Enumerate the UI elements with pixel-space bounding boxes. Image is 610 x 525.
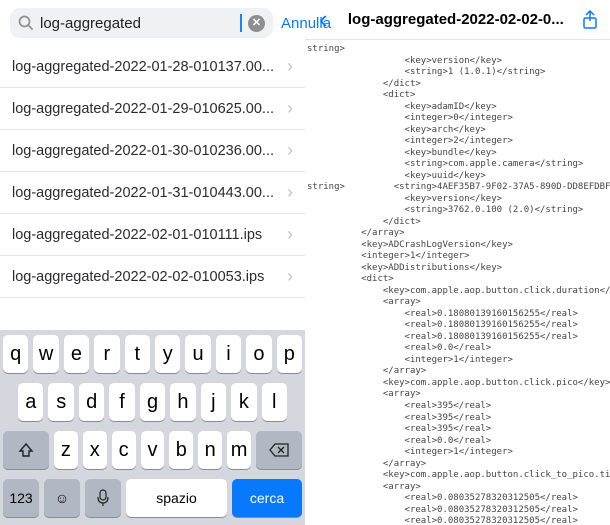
key-w[interactable]: w bbox=[33, 335, 58, 373]
key-s[interactable]: s bbox=[48, 383, 73, 421]
key-y[interactable]: y bbox=[155, 335, 180, 373]
results-list: log-aggregated-2022-01-28-010137.00...› … bbox=[0, 46, 305, 298]
key-p[interactable]: p bbox=[277, 335, 302, 373]
key-h[interactable]: h bbox=[170, 383, 195, 421]
keyboard-row: a s d f g h j k l bbox=[0, 378, 305, 426]
key-v[interactable]: v bbox=[141, 431, 165, 469]
file-label: log-aggregated-2022-01-30-010236.00... bbox=[12, 143, 287, 159]
key-i[interactable]: i bbox=[216, 335, 241, 373]
search-input[interactable] bbox=[40, 15, 239, 32]
key-z[interactable]: z bbox=[54, 431, 78, 469]
key-q[interactable]: q bbox=[3, 335, 28, 373]
keyboard-row: q w e r t y u i o p bbox=[0, 330, 305, 378]
key-n[interactable]: n bbox=[198, 431, 222, 469]
key-m[interactable]: m bbox=[227, 431, 251, 469]
chevron-right-icon: › bbox=[287, 140, 293, 161]
key-d[interactable]: d bbox=[79, 383, 104, 421]
shift-icon bbox=[18, 442, 34, 458]
search-panel: ✕ Annulla log-aggregated-2022-01-28-0101… bbox=[0, 0, 305, 525]
share-icon[interactable] bbox=[580, 10, 600, 30]
key-u[interactable]: u bbox=[185, 335, 210, 373]
mic-icon bbox=[97, 489, 109, 507]
list-item[interactable]: log-aggregated-2022-02-01-010111.ips› bbox=[0, 214, 305, 256]
key-f[interactable]: f bbox=[109, 383, 134, 421]
list-item[interactable]: log-aggregated-2022-02-02-010053.ips› bbox=[0, 256, 305, 298]
chevron-right-icon: › bbox=[287, 98, 293, 119]
key-g[interactable]: g bbox=[140, 383, 165, 421]
list-item[interactable]: log-aggregated-2022-01-28-010137.00...› bbox=[0, 46, 305, 88]
viewer-panel: ‹ log-aggregated-2022-02-02-0... string>… bbox=[305, 0, 610, 525]
key-e[interactable]: e bbox=[64, 335, 89, 373]
search-icon bbox=[18, 15, 34, 31]
numbers-key[interactable]: 123 bbox=[3, 479, 39, 517]
search-bar: ✕ Annulla bbox=[0, 0, 305, 46]
key-k[interactable]: k bbox=[231, 383, 256, 421]
cancel-button[interactable]: Annulla bbox=[281, 15, 331, 32]
file-label: log-aggregated-2022-01-31-010443.00... bbox=[12, 185, 287, 201]
list-item[interactable]: log-aggregated-2022-01-29-010625.00...› bbox=[0, 88, 305, 130]
file-label: log-aggregated-2022-01-29-010625.00... bbox=[12, 101, 287, 117]
chevron-right-icon: › bbox=[287, 266, 293, 287]
text-cursor bbox=[240, 14, 242, 32]
keyboard-bottom-row: 123 ☺ spazio cerca bbox=[0, 474, 305, 525]
mic-key[interactable] bbox=[85, 479, 121, 517]
file-label: log-aggregated-2022-02-02-010053.ips bbox=[12, 269, 287, 285]
key-t[interactable]: t bbox=[125, 335, 150, 373]
keyboard: q w e r t y u i o p a s d f g h j k l z … bbox=[0, 330, 305, 525]
search-key[interactable]: cerca bbox=[232, 479, 302, 517]
key-c[interactable]: c bbox=[112, 431, 136, 469]
key-l[interactable]: l bbox=[262, 383, 287, 421]
key-a[interactable]: a bbox=[18, 383, 43, 421]
file-content[interactable]: string> <key>version</key> <string>1 (1.… bbox=[305, 40, 610, 525]
viewer-header: ‹ log-aggregated-2022-02-02-0... bbox=[305, 0, 610, 40]
emoji-key[interactable]: ☺ bbox=[44, 479, 80, 517]
search-field[interactable]: ✕ bbox=[10, 8, 273, 38]
list-item[interactable]: log-aggregated-2022-01-30-010236.00...› bbox=[0, 130, 305, 172]
list-item[interactable]: log-aggregated-2022-01-31-010443.00...› bbox=[0, 172, 305, 214]
shift-key[interactable] bbox=[3, 431, 49, 469]
key-j[interactable]: j bbox=[201, 383, 226, 421]
key-x[interactable]: x bbox=[83, 431, 107, 469]
backspace-icon bbox=[269, 443, 289, 457]
viewer-title: log-aggregated-2022-02-02-0... bbox=[338, 11, 574, 28]
key-b[interactable]: b bbox=[169, 431, 193, 469]
chevron-right-icon: › bbox=[287, 224, 293, 245]
chevron-right-icon: › bbox=[287, 182, 293, 203]
key-r[interactable]: r bbox=[94, 335, 119, 373]
file-label: log-aggregated-2022-01-28-010137.00... bbox=[12, 59, 287, 75]
keyboard-row: z x c v b n m bbox=[0, 426, 305, 474]
file-label: log-aggregated-2022-02-01-010111.ips bbox=[12, 227, 287, 243]
clear-icon[interactable]: ✕ bbox=[248, 15, 265, 32]
backspace-key[interactable] bbox=[256, 431, 302, 469]
space-key[interactable]: spazio bbox=[126, 479, 227, 517]
chevron-right-icon: › bbox=[287, 56, 293, 77]
key-o[interactable]: o bbox=[246, 335, 271, 373]
